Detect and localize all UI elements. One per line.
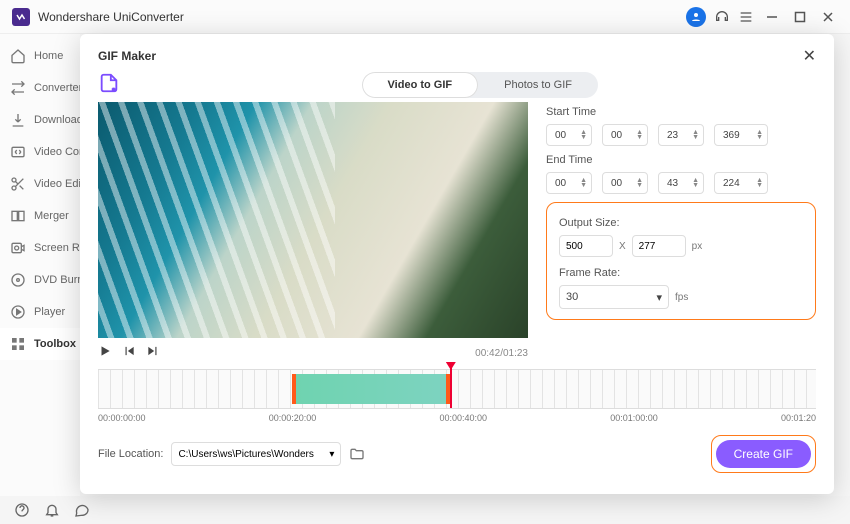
width-input[interactable] xyxy=(559,235,613,257)
feedback-icon[interactable] xyxy=(74,502,90,518)
sidebar-item-label: Downloader xyxy=(34,114,80,126)
maximize-button[interactable] xyxy=(790,7,810,27)
create-gif-highlight: Create GIF xyxy=(711,435,816,473)
prev-frame-button[interactable] xyxy=(122,344,136,363)
sidebar-item-recorder[interactable]: Screen Recorder xyxy=(0,232,80,264)
add-file-icon[interactable] xyxy=(98,72,120,94)
play-button[interactable] xyxy=(98,344,112,363)
frame-rate-label: Frame Rate: xyxy=(559,267,803,279)
account-avatar-icon[interactable] xyxy=(686,7,706,27)
sidebar-item-home[interactable]: Home xyxy=(0,40,80,72)
sidebar: Home Converter Downloader Video Compress… xyxy=(0,34,80,496)
end-min-input[interactable]: 00▲▼ xyxy=(602,172,648,194)
sidebar-item-label: Video Compressor xyxy=(34,146,80,158)
file-location-label: File Location: xyxy=(98,448,163,460)
sidebar-item-player[interactable]: Player xyxy=(0,296,80,328)
x-separator: X xyxy=(619,241,626,252)
sidebar-item-dvd[interactable]: DVD Burner xyxy=(0,264,80,296)
start-min-input[interactable]: 00▲▼ xyxy=(602,124,648,146)
sidebar-item-toolbox[interactable]: Toolbox xyxy=(0,328,80,360)
sidebar-item-label: Toolbox xyxy=(34,338,76,350)
mode-tabs: Video to GIF Photos to GIF xyxy=(362,72,598,98)
compress-icon xyxy=(10,144,26,160)
folder-icon[interactable] xyxy=(349,446,365,462)
start-hour-input[interactable]: 00▲▼ xyxy=(546,124,592,146)
record-icon xyxy=(10,240,26,256)
output-size-label: Output Size: xyxy=(559,217,803,229)
output-settings-box: Output Size: X px Frame Rate: 30▾ fps xyxy=(546,202,816,320)
app-logo-icon xyxy=(12,8,30,26)
home-icon xyxy=(10,48,26,64)
sidebar-item-label: DVD Burner xyxy=(34,274,80,286)
sidebar-item-downloader[interactable]: Downloader xyxy=(0,104,80,136)
end-time-label: End Time xyxy=(546,154,816,166)
download-icon xyxy=(10,112,26,128)
help-icon[interactable] xyxy=(14,502,30,518)
fps-unit: fps xyxy=(675,292,688,303)
menu-icon[interactable] xyxy=(738,9,754,25)
start-ms-input[interactable]: 369▲▼ xyxy=(714,124,768,146)
sidebar-item-label: Screen Recorder xyxy=(34,242,80,254)
timeline-labels: 00:00:00:00 00:00:20:00 00:00:40:00 00:0… xyxy=(98,413,816,423)
start-time-label: Start Time xyxy=(546,106,816,118)
convert-icon xyxy=(10,80,26,96)
end-ms-input[interactable]: 224▲▼ xyxy=(714,172,768,194)
modal-title: GIF Maker xyxy=(98,49,156,63)
sidebar-item-merger[interactable]: Merger xyxy=(0,200,80,232)
end-hour-input[interactable]: 00▲▼ xyxy=(546,172,592,194)
play-icon xyxy=(10,304,26,320)
headset-icon[interactable] xyxy=(714,9,730,25)
timeline-ruler[interactable] xyxy=(98,369,816,409)
next-frame-button[interactable] xyxy=(146,344,160,363)
scissors-icon xyxy=(10,176,26,192)
selection-range[interactable] xyxy=(292,374,450,404)
app-title: Wondershare UniConverter xyxy=(38,10,184,24)
merge-icon xyxy=(10,208,26,224)
sidebar-item-label: Merger xyxy=(34,210,69,222)
playback-time: 00:42/01:23 xyxy=(475,348,528,359)
sidebar-item-label: Player xyxy=(34,306,65,318)
sidebar-item-converter[interactable]: Converter xyxy=(0,72,80,104)
gif-maker-modal: GIF Maker ✕ Video to GIF Photos to GIF 0… xyxy=(80,34,834,494)
end-sec-input[interactable]: 43▲▼ xyxy=(658,172,704,194)
start-sec-input[interactable]: 23▲▼ xyxy=(658,124,704,146)
titlebar: Wondershare UniConverter xyxy=(0,0,850,34)
chevron-down-icon: ▾ xyxy=(329,449,334,460)
chevron-down-icon: ▾ xyxy=(656,291,662,304)
playhead[interactable] xyxy=(450,364,452,408)
grid-icon xyxy=(10,336,26,352)
minimize-button[interactable] xyxy=(762,7,782,27)
file-location-select[interactable]: C:\Users\ws\Pictures\Wonders▾ xyxy=(171,442,341,466)
footer-bar xyxy=(0,496,104,524)
disc-icon xyxy=(10,272,26,288)
px-unit: px xyxy=(692,241,703,252)
close-button[interactable] xyxy=(818,7,838,27)
close-icon[interactable]: ✕ xyxy=(803,46,816,66)
tab-photos-to-gif[interactable]: Photos to GIF xyxy=(478,72,598,98)
sidebar-item-label: Converter xyxy=(34,82,80,94)
sidebar-item-compressor[interactable]: Video Compressor xyxy=(0,136,80,168)
height-input[interactable] xyxy=(632,235,686,257)
bell-icon[interactable] xyxy=(44,502,60,518)
frame-rate-select[interactable]: 30▾ xyxy=(559,285,669,309)
sidebar-item-label: Video Editor xyxy=(34,178,80,190)
video-preview[interactable] xyxy=(98,102,528,338)
sidebar-item-editor[interactable]: Video Editor xyxy=(0,168,80,200)
sidebar-item-label: Home xyxy=(34,50,63,62)
tab-video-to-gif[interactable]: Video to GIF xyxy=(362,72,479,98)
create-gif-button[interactable]: Create GIF xyxy=(716,440,811,468)
